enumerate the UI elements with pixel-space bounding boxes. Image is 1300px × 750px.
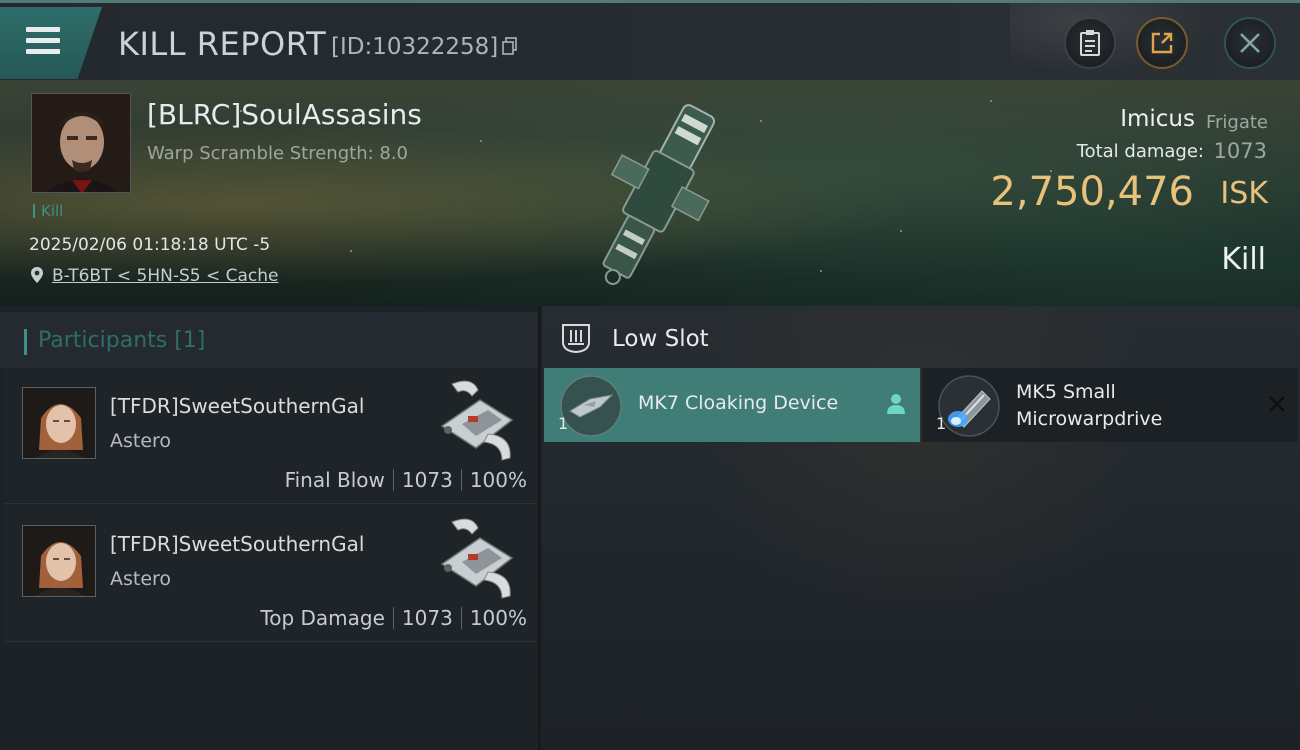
stat-divider (460, 607, 462, 629)
background-planet (1010, 3, 1240, 83)
page-title: KILL REPORT (118, 25, 327, 63)
total-damage-value: 1073 (1213, 139, 1267, 163)
share-button[interactable] (1136, 17, 1188, 69)
module-name-line1: MK5 Small (1016, 381, 1116, 403)
module-item-microwarpdrive[interactable]: 1 MK5 Small Microwarpdrive (922, 368, 1298, 442)
kill-location-link[interactable]: B-T6BT < 5HN-S5 < Cache (52, 266, 279, 286)
unavailable-x-icon[interactable] (1268, 395, 1286, 413)
participant-row[interactable]: [TFDR]SweetSouthernGal Astero Final Blow… (4, 368, 537, 504)
stat-divider (392, 607, 394, 629)
report-id: [ID:10322258] (331, 34, 499, 60)
participant-ship-image[interactable] (432, 514, 524, 604)
module-quantity: 1 (558, 414, 569, 433)
victim-pilot-name[interactable]: [BLRC]SoulAssasins (147, 98, 422, 131)
victim-ship-image[interactable] (578, 88, 728, 298)
fitting-panel: Low Slot 1 MK7 Cloaking Device 1 MK5 Sma… (542, 306, 1300, 750)
location-pin-icon (31, 267, 43, 283)
menu-button[interactable] (0, 7, 102, 79)
close-button[interactable] (1224, 17, 1276, 69)
victim-ship-name[interactable]: Imicus (1120, 106, 1195, 132)
participant-name[interactable]: [TFDR]SweetSouthernGal (110, 532, 364, 556)
person-icon[interactable] (886, 393, 906, 415)
participants-title: Participants [1] (38, 328, 206, 353)
header-accent (24, 329, 27, 355)
top-bar: KILL REPORT [ID:10322258] (0, 0, 1300, 83)
victim-avatar[interactable] (31, 93, 131, 193)
participant-stats: Final Blow 1073 100% (285, 468, 527, 492)
participant-avatar (22, 387, 96, 459)
participants-panel: Participants [1] [TFDR]SweetSouthernGal … (0, 306, 540, 750)
microwarpdrive-icon (938, 375, 1000, 437)
isk-value: 2,750,476 (990, 169, 1194, 215)
participant-damage: 1073 (401, 468, 453, 492)
kill-datetime: 2025/02/06 01:18:18 UTC -5 (29, 235, 271, 255)
total-damage-label: Total damage: (1076, 141, 1204, 162)
module-name: MK7 Cloaking Device (638, 392, 839, 414)
clipboard-button[interactable] (1064, 17, 1116, 69)
participant-percent: 100% (469, 468, 527, 492)
module-name: MK5 Small Microwarpdrive (1016, 379, 1216, 433)
low-slot-icon (562, 324, 590, 354)
participant-row[interactable]: [TFDR]SweetSouthernGal Astero Top Damage… (4, 506, 537, 642)
participants-header: Participants [1] (0, 312, 538, 368)
module-name-line2: Microwarpdrive (1016, 408, 1163, 430)
kill-tag: Kill (33, 204, 63, 219)
participant-damage: 1073 (401, 606, 453, 630)
warp-scramble-strength: Warp Scramble Strength: 8.0 (147, 143, 409, 164)
participant-ship: Astero (110, 430, 172, 452)
participant-name[interactable]: [TFDR]SweetSouthernGal (110, 394, 364, 418)
victim-banner: [BLRC]SoulAssasins Warp Scramble Strengt… (0, 80, 1300, 306)
participant-stats: Top Damage 1073 100% (260, 606, 527, 630)
stat-divider (460, 469, 462, 491)
share-icon (1151, 32, 1173, 54)
stat-divider (392, 469, 394, 491)
participant-percent: 100% (469, 606, 527, 630)
participant-ship-image[interactable] (432, 376, 524, 466)
close-icon (1240, 33, 1260, 53)
clipboard-icon (1080, 30, 1100, 56)
copy-icon[interactable] (502, 37, 518, 55)
module-quantity: 1 (936, 414, 947, 433)
victim-ship-class: Frigate (1205, 112, 1268, 133)
module-item-cloaking-device[interactable]: 1 MK7 Cloaking Device (544, 368, 920, 442)
slot-title: Low Slot (612, 326, 709, 352)
participant-ship: Astero (110, 568, 172, 590)
participant-role: Final Blow (284, 468, 385, 492)
cloaking-device-icon (560, 375, 622, 437)
isk-unit: ISK (1220, 176, 1268, 211)
participant-role: Top Damage (260, 606, 385, 630)
participant-avatar (22, 525, 96, 597)
kill-status: Kill (1221, 242, 1266, 277)
